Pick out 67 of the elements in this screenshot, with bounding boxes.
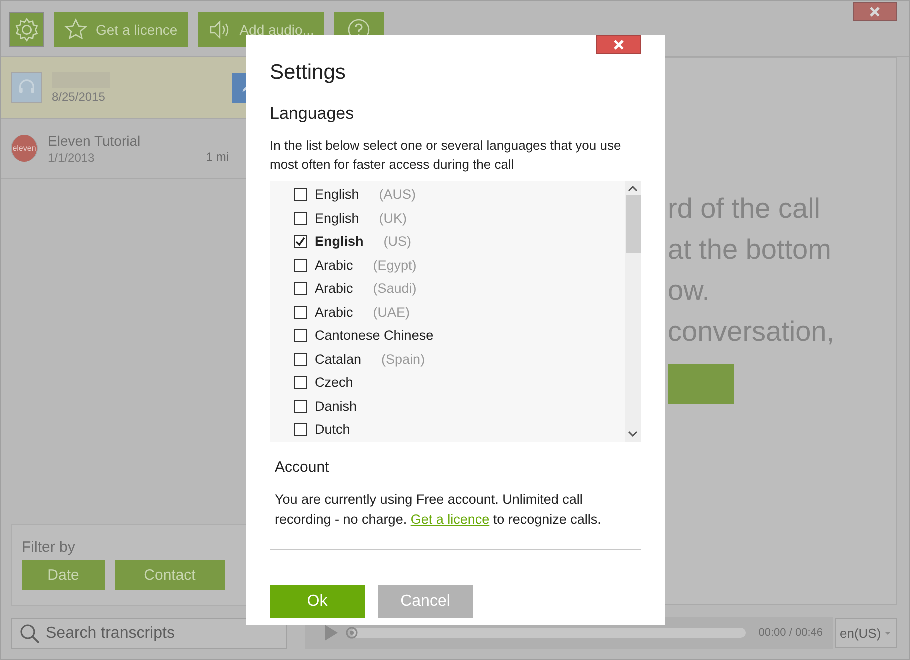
- search-field[interactable]: Search transcripts: [11, 618, 287, 649]
- language-region: (UAE): [373, 304, 410, 320]
- search-icon: [19, 623, 41, 645]
- check-icon: [295, 236, 306, 247]
- language-name: Czech: [315, 375, 354, 390]
- checkbox[interactable]: [294, 329, 307, 342]
- language-name: English: [315, 234, 364, 250]
- call-title: Eleven Tutorial: [48, 132, 142, 148]
- filter-button[interactable]: Date: [22, 560, 105, 590]
- dropdown-value: en(US): [840, 626, 882, 640]
- close-icon: [868, 6, 882, 18]
- checkbox[interactable]: [294, 376, 307, 390]
- play-icon: [323, 624, 339, 642]
- call-date: 8/25/2015: [52, 90, 106, 104]
- licence-link[interactable]: Get a licence: [410, 512, 490, 526]
- close-icon: [612, 38, 626, 50]
- checkbox[interactable]: [294, 282, 307, 296]
- close-button[interactable]: [853, 2, 897, 21]
- checkbox[interactable]: [294, 212, 307, 225]
- language-name: English: [315, 187, 360, 202]
- checkbox[interactable]: [294, 258, 307, 272]
- scrollbar-thumb[interactable]: [626, 195, 640, 253]
- language-region: (Spain): [382, 352, 426, 367]
- language-region: (Egypt): [373, 258, 417, 273]
- scroll-down-icon: [628, 431, 638, 437]
- section-heading: Account: [275, 459, 330, 476]
- checkbox[interactable]: [294, 400, 307, 413]
- star-icon: [64, 18, 88, 42]
- scroll-up-icon: [628, 186, 638, 192]
- language-name: Dutch: [315, 422, 350, 438]
- language-name: Arabic: [315, 281, 354, 296]
- filter-title: Filter by: [22, 539, 76, 556]
- language-region: (US): [384, 234, 412, 250]
- language-region: (AUS): [379, 187, 416, 202]
- hint-text: conversation,: [668, 315, 835, 349]
- seek-thumb[interactable]: [345, 626, 359, 640]
- language-name: Cantonese Chinese: [315, 328, 434, 344]
- language-name: Arabic: [315, 304, 354, 320]
- checkbox[interactable]: [294, 235, 307, 248]
- account-text: You are currently using Free account. Unlimited call recording - no charge. Get a licence to recognize calls.: [275, 491, 602, 529]
- call-duration: 1 mi: [206, 150, 229, 164]
- language-name: English: [315, 210, 360, 226]
- ok-button[interactable]: Ok: [270, 585, 365, 618]
- language-region: (Saudi): [373, 281, 417, 296]
- language-name: Danish: [315, 398, 358, 414]
- language-region: (UK): [379, 210, 408, 226]
- checkbox[interactable]: [294, 352, 307, 366]
- hint-text: at the bottom: [668, 233, 832, 267]
- gear-icon: [14, 16, 40, 42]
- language-name: Arabic: [315, 258, 354, 273]
- checkbox[interactable]: [294, 188, 307, 202]
- language-dropdown[interactable]: en(US): [835, 618, 897, 648]
- start-button[interactable]: [668, 364, 734, 404]
- filter-button[interactable]: Contact: [115, 560, 225, 590]
- checkbox[interactable]: [294, 306, 307, 319]
- hint-text: ow.: [668, 274, 710, 308]
- call-date: 1/1/2013: [48, 150, 96, 164]
- language-name: Catalan: [315, 352, 362, 367]
- toolbar-button[interactable]: Get a licence: [54, 12, 188, 47]
- cancel-button[interactable]: Cancel: [378, 585, 473, 618]
- dropdown-caret-icon: [884, 630, 892, 636]
- close-button[interactable]: [596, 35, 641, 54]
- logo-text: eleven: [12, 135, 37, 162]
- time-label: 00:00 / 00:46: [758, 627, 823, 639]
- scrollbar[interactable]: [625, 181, 641, 442]
- hint-text: rd of the call: [668, 192, 821, 226]
- checkbox[interactable]: [294, 423, 307, 436]
